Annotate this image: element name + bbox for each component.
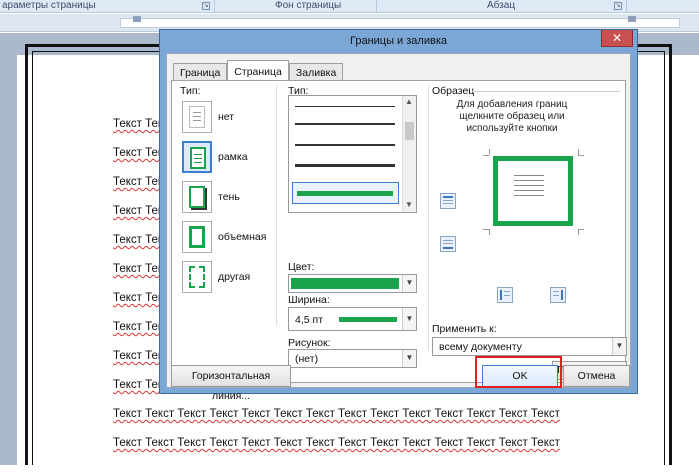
- ribbon-group-label: Абзац: [487, 0, 516, 11]
- preview-text-line: [514, 190, 544, 191]
- tab-pane-page-border: Тип: нет рамка тень объемная другая Тип:…: [171, 80, 627, 383]
- line-style-list[interactable]: ▲ ▼: [288, 95, 417, 213]
- ribbon-group-page-setup: араметры страницы ↘: [0, 0, 215, 13]
- scroll-down-icon[interactable]: ▼: [405, 200, 413, 209]
- preview-page[interactable]: [493, 156, 573, 226]
- column-separator: [276, 85, 277, 325]
- apply-to-value: всему документу: [439, 341, 522, 353]
- setting-type-label: Тип:: [180, 85, 201, 97]
- width-dropdown[interactable]: 4,5 пт ▼: [288, 307, 417, 331]
- dialog-title: Границы и заливка: [350, 35, 447, 47]
- right-indent-marker-icon[interactable]: [628, 16, 636, 22]
- setting-label: тень: [218, 191, 240, 203]
- tab-borders[interactable]: Граница: [173, 63, 228, 80]
- borders-and-shading-dialog: Границы и заливка ✕ Граница Страница Зал…: [159, 29, 638, 402]
- bottom-border-button[interactable]: [440, 236, 456, 252]
- setting-none-icon: [182, 101, 212, 133]
- left-border-button[interactable]: [497, 287, 513, 303]
- ruler-text-area: [120, 18, 680, 28]
- preview-hint: Для добавления границ щелкните образец и…: [456, 99, 568, 134]
- setting-box-icon: [182, 141, 212, 173]
- corner-mark: [489, 149, 490, 155]
- horizontal-line-button[interactable]: Горизонтальная линия...: [171, 365, 291, 402]
- art-label: Рисунок:: [288, 337, 331, 349]
- apply-to-dropdown[interactable]: всему документу ▼: [432, 337, 627, 356]
- setting-label: рамка: [218, 151, 248, 163]
- dialog-launcher-icon[interactable]: ↘: [614, 2, 622, 10]
- art-value: (нет): [295, 353, 319, 365]
- right-border-button[interactable]: [550, 287, 566, 303]
- setting-label: другая: [218, 271, 251, 283]
- close-button[interactable]: ✕: [601, 30, 633, 47]
- column-separator: [428, 85, 429, 350]
- dialog-tabs: Граница Страница Заливка: [173, 60, 344, 80]
- setting-3d-icon: [182, 221, 212, 253]
- document-line: Текст Текст Текст Текст Текст Текст Текс…: [113, 408, 560, 420]
- width-label: Ширина:: [288, 294, 330, 306]
- scroll-thumb[interactable]: [405, 122, 414, 140]
- dialog-client: Граница Страница Заливка Тип: нет рамка …: [166, 53, 631, 388]
- corner-mark: [483, 229, 489, 230]
- chevron-down-icon[interactable]: ▼: [402, 308, 416, 330]
- color-label: Цвет:: [288, 261, 315, 273]
- color-dropdown[interactable]: ▼: [288, 274, 417, 293]
- indent-marker-icon[interactable]: [133, 16, 141, 22]
- tab-shading[interactable]: Заливка: [288, 63, 344, 80]
- dialog-launcher-icon[interactable]: ↘: [202, 2, 210, 10]
- preview-label: Образец: [432, 85, 475, 97]
- preview-text-line: [514, 175, 544, 176]
- preview-text-line: [514, 185, 544, 186]
- scroll-up-icon[interactable]: ▲: [405, 97, 413, 106]
- width-value: 4,5 пт: [295, 314, 324, 326]
- dialog-titlebar[interactable]: Границы и заливка ✕: [160, 30, 637, 52]
- chevron-down-icon[interactable]: ▼: [612, 338, 626, 355]
- chevron-down-icon[interactable]: ▼: [402, 275, 416, 292]
- corner-mark: [489, 229, 490, 235]
- apply-to-label: Применить к:: [432, 323, 497, 335]
- top-border-button[interactable]: [440, 193, 456, 209]
- setting-shadow-icon: [182, 181, 212, 213]
- ribbon-group-label: араметры страницы: [2, 0, 96, 11]
- style-option-thin[interactable]: [295, 106, 395, 107]
- style-list-scrollbar[interactable]: ▲ ▼: [402, 96, 416, 212]
- style-option-selected[interactable]: [292, 182, 399, 204]
- corner-mark: [578, 229, 584, 230]
- style-option-thick[interactable]: [295, 164, 395, 167]
- setting-label: объемная: [218, 231, 267, 243]
- style-option-medium[interactable]: [295, 144, 395, 146]
- preview-text-line: [514, 195, 544, 196]
- preview-group-line: [472, 91, 620, 92]
- width-preview-line: [339, 317, 397, 322]
- setting-label: нет: [218, 111, 235, 123]
- preview-text-line: [514, 180, 544, 181]
- corner-mark: [578, 155, 584, 156]
- art-dropdown[interactable]: (нет) ▼: [288, 349, 417, 368]
- chevron-down-icon[interactable]: ▼: [402, 350, 416, 367]
- document-line: Текст Текст Текст Текст Текст Текст Текс…: [113, 437, 560, 449]
- color-swatch: [291, 278, 399, 289]
- ok-button-highlight: [475, 356, 562, 388]
- ribbon-group-paragraph: Абзац ↘: [377, 0, 627, 13]
- cancel-button[interactable]: Отмена: [563, 365, 630, 387]
- ribbon-group-page-background: Фон страницы: [215, 0, 377, 13]
- setting-custom-icon: [182, 261, 212, 293]
- ribbon-group-label: Фон страницы: [275, 0, 342, 11]
- ribbon-group-bar: араметры страницы ↘ Фон страницы Абзац ↘: [0, 0, 699, 13]
- tab-page-border[interactable]: Страница: [227, 60, 289, 80]
- style-option-double[interactable]: [295, 123, 395, 125]
- corner-mark: [483, 155, 489, 156]
